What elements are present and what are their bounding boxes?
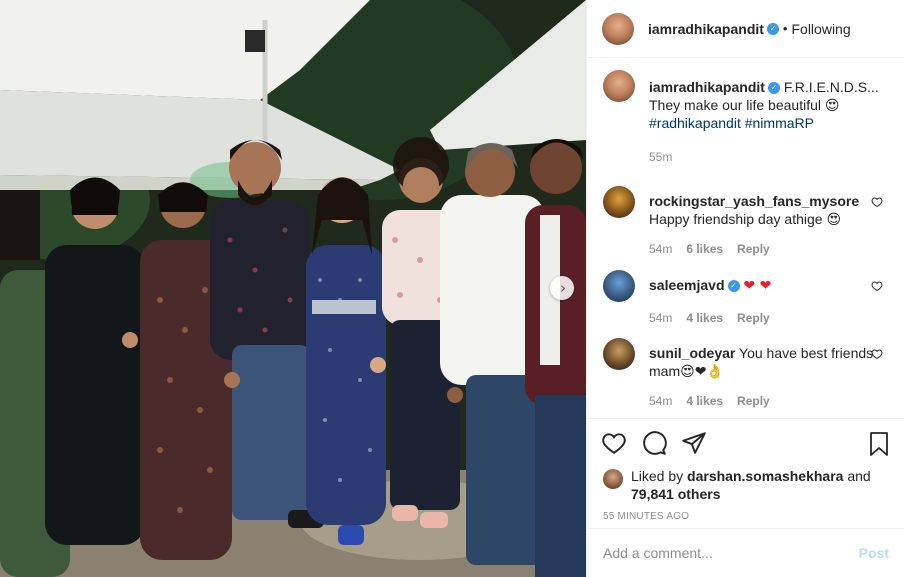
comment-meta: 54m 6 likes Reply bbox=[649, 240, 879, 258]
comment-likes[interactable]: 4 likes bbox=[686, 309, 723, 327]
verified-icon: ✓ bbox=[766, 22, 779, 35]
caption-hashtags[interactable]: #radhikapandit #nimmaRP bbox=[649, 114, 879, 132]
caption: iamradhikapandit ✓ F.R.I.E.N.D.S... They … bbox=[587, 70, 904, 186]
comment-body: rockingstar_yash_fans_mysore Happy frien… bbox=[649, 192, 879, 270]
post-timestamp: 55 MINUTES AGO bbox=[603, 511, 690, 522]
caption-text: F.R.I.E.N.D.S... bbox=[783, 79, 879, 95]
comment-text: Happy friendship day athige 😍 bbox=[649, 211, 842, 227]
caption-username[interactable]: iamradhikapandit bbox=[649, 79, 765, 95]
chevron-right-icon: › bbox=[560, 278, 566, 297]
caption-time: 55m bbox=[649, 150, 673, 164]
likes-mid: and bbox=[843, 468, 871, 484]
bookmark-icon[interactable] bbox=[867, 431, 891, 457]
heart-icon[interactable] bbox=[601, 430, 627, 456]
comment-time: 54m bbox=[649, 394, 673, 408]
comment-input[interactable] bbox=[603, 545, 859, 561]
heart-icon[interactable] bbox=[871, 348, 883, 360]
reply-button[interactable]: Reply bbox=[737, 309, 770, 327]
comment-likes[interactable]: 4 likes bbox=[686, 392, 723, 410]
comment-item: saleemjavd ✓ ❤ ❤ 54m 4 likes Reply bbox=[587, 270, 904, 338]
commenter-avatar[interactable] bbox=[603, 186, 635, 218]
reply-button[interactable]: Reply bbox=[737, 392, 770, 410]
post-header: iamradhikapandit ✓ • Following bbox=[587, 0, 904, 58]
comment-item: sunil_odeyar You have best friends mam😍❤… bbox=[587, 338, 904, 418]
likes-text: Liked by darshan.somashekhara and 79,841… bbox=[631, 467, 871, 503]
reply-button[interactable]: Reply bbox=[737, 240, 770, 258]
follow-button[interactable]: Following bbox=[791, 21, 850, 37]
heart-icon[interactable] bbox=[871, 280, 883, 292]
instagram-post: › iamradhikapandit ✓ • Following iamradh… bbox=[0, 0, 904, 577]
add-comment-bar: Post bbox=[587, 528, 904, 577]
comment-time: 54m bbox=[649, 242, 673, 256]
verified-icon: ✓ bbox=[727, 280, 740, 293]
header-meta: iamradhikapandit ✓ • Following bbox=[648, 21, 851, 37]
heart-icon[interactable] bbox=[871, 196, 883, 208]
comment-body: sunil_odeyar You have best friends mam😍❤… bbox=[649, 344, 879, 418]
caption-avatar[interactable] bbox=[603, 70, 635, 102]
carousel-next-button[interactable]: › bbox=[550, 276, 574, 300]
commenter-avatar[interactable] bbox=[603, 270, 635, 302]
comment-meta: 54m 4 likes Reply bbox=[649, 392, 879, 410]
action-icons bbox=[587, 419, 904, 467]
photo-illustration bbox=[0, 0, 586, 577]
comment-meta: 54m 4 likes Reply bbox=[649, 309, 879, 327]
comment-username[interactable]: rockingstar_yash_fans_mysore bbox=[649, 193, 859, 209]
post-photo[interactable]: › bbox=[0, 0, 586, 577]
comment-body: saleemjavd ✓ ❤ ❤ 54m 4 likes Reply bbox=[649, 276, 879, 338]
likes-summary: Liked by darshan.somashekhara and 79,841… bbox=[587, 467, 904, 503]
liker-username[interactable]: darshan.somashekhara bbox=[687, 468, 843, 484]
author-username[interactable]: iamradhikapandit bbox=[648, 21, 764, 37]
commenter-avatar[interactable] bbox=[603, 338, 635, 370]
comment-time: 54m bbox=[649, 311, 673, 325]
comment-icon[interactable] bbox=[641, 430, 667, 456]
caption-meta: 55m bbox=[649, 148, 879, 166]
liker-avatar[interactable] bbox=[603, 469, 623, 489]
comment-item: rockingstar_yash_fans_mysore Happy frien… bbox=[587, 186, 904, 270]
share-icon[interactable] bbox=[681, 430, 707, 456]
post-sidebar: iamradhikapandit ✓ • Following iamradhik… bbox=[586, 0, 904, 577]
comments-list: iamradhikapandit ✓ F.R.I.E.N.D.S... They … bbox=[587, 70, 904, 418]
likes-others[interactable]: 79,841 others bbox=[631, 486, 721, 502]
comment-likes[interactable]: 6 likes bbox=[686, 240, 723, 258]
verified-icon: ✓ bbox=[767, 82, 780, 95]
comment-username[interactable]: saleemjavd bbox=[649, 277, 725, 293]
action-bar: Liked by darshan.somashekhara and 79,841… bbox=[587, 418, 904, 542]
likes-prefix: Liked by bbox=[631, 468, 688, 484]
header-separator: • bbox=[782, 21, 788, 36]
caption-body: iamradhikapandit ✓ F.R.I.E.N.D.S... They … bbox=[649, 78, 879, 186]
post-button[interactable]: Post bbox=[859, 545, 889, 561]
comment-text: ❤ ❤ bbox=[743, 278, 772, 294]
comment-username[interactable]: sunil_odeyar bbox=[649, 345, 735, 361]
author-avatar[interactable] bbox=[602, 12, 634, 45]
caption-line2: They make our life beautiful 😍 bbox=[649, 97, 840, 113]
